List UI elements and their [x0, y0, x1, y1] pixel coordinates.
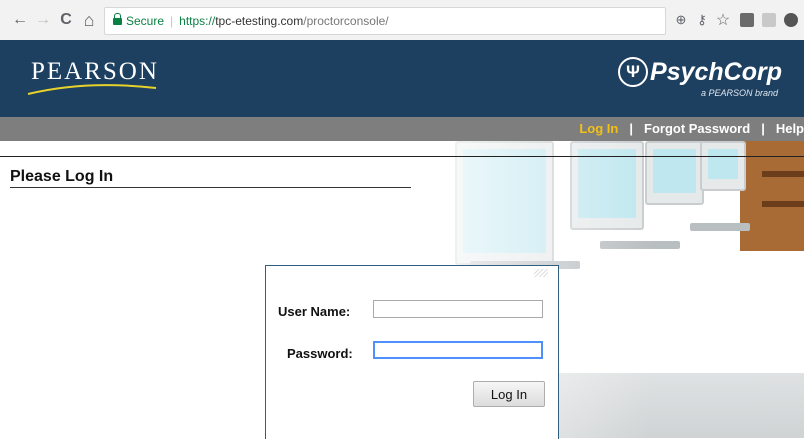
title-underline	[10, 187, 411, 188]
secure-label: Secure	[126, 14, 165, 28]
url-scheme: https://	[179, 14, 216, 28]
psychcorp-name: PsychCorp	[650, 57, 782, 86]
password-label: Password:	[287, 346, 353, 361]
login-form: User Name: Password: Log In	[265, 265, 559, 439]
site-header: PEARSON Ψ PsychCorp a PEARSON brand	[0, 40, 804, 117]
browser-toolbar: ← → C ⌂ Secure | https://tpc-etesting.co…	[0, 0, 804, 41]
nav-bar: Log In | Forgot Password | Help	[0, 117, 804, 141]
reload-icon[interactable]: C	[56, 10, 76, 30]
url-path: /proctorconsole/	[303, 14, 389, 28]
back-icon[interactable]: ←	[10, 10, 30, 30]
nav-help-link[interactable]: Help	[776, 121, 804, 136]
resize-grip-icon	[534, 269, 548, 277]
extension-icon[interactable]	[738, 11, 756, 29]
divider	[0, 156, 804, 157]
password-key-icon[interactable]: ⚷	[693, 11, 711, 29]
password-input[interactable]	[373, 341, 543, 359]
address-bar[interactable]: Secure | https://tpc-etesting.com/procto…	[104, 7, 666, 35]
nav-forgot-password-link[interactable]: Forgot Password	[644, 121, 750, 136]
bookmark-star-icon[interactable]: ☆	[714, 11, 732, 29]
username-label: User Name:	[278, 304, 351, 319]
psychcorp-logo[interactable]: Ψ PsychCorp	[618, 57, 782, 87]
psychcorp-tagline: a PEARSON brand	[700, 88, 778, 98]
login-button[interactable]: Log In	[473, 381, 545, 407]
username-input[interactable]	[373, 300, 543, 318]
extension-icon-2[interactable]	[760, 11, 778, 29]
psi-icon: Ψ	[618, 57, 649, 87]
forward-icon[interactable]: →	[33, 10, 53, 30]
extension-icon-3[interactable]	[782, 11, 800, 29]
url-domain: tpc-etesting.com	[215, 14, 304, 28]
home-icon[interactable]: ⌂	[79, 10, 99, 30]
lock-icon	[113, 13, 122, 26]
pearson-swoosh-icon	[27, 84, 157, 95]
secure-indicator[interactable]: Secure	[113, 13, 165, 28]
page-title: Please Log In	[10, 168, 114, 185]
nav-login-link[interactable]: Log In	[579, 121, 618, 136]
zoom-icon[interactable]: ⊕	[672, 11, 690, 29]
